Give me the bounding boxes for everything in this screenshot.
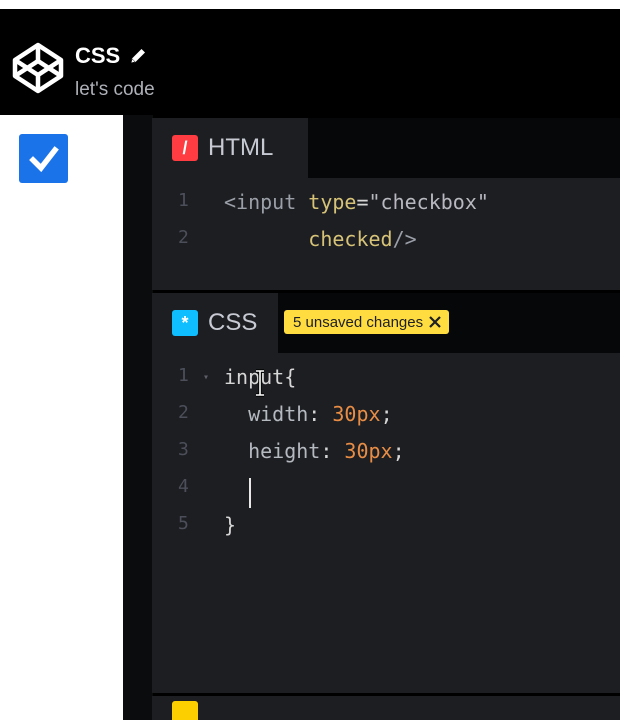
close-icon[interactable] <box>429 316 441 328</box>
preview-checkbox[interactable] <box>19 134 68 183</box>
code-line[interactable]: 2 checked/> <box>152 227 620 263</box>
pen-header: CSS let's code <box>0 9 620 115</box>
code-token: "checkbox" <box>368 190 489 214</box>
tab-css[interactable]: * CSS <box>152 293 278 353</box>
code-line[interactable]: 2 width: 30px; <box>152 402 620 438</box>
line-number: 2 <box>178 227 189 248</box>
top-strip <box>0 0 620 9</box>
pen-title-row: CSS <box>75 43 148 69</box>
code-text: width: 30px; <box>224 402 393 426</box>
tab-css-label: CSS <box>208 309 258 336</box>
pen-author[interactable]: let's code <box>75 79 155 101</box>
code-line[interactable]: 1▾input{ <box>152 365 620 401</box>
code-line[interactable]: 1 <input type="checkbox" <box>152 190 620 226</box>
code-token: type <box>308 190 357 214</box>
pen-title[interactable]: CSS <box>75 43 120 69</box>
js-editor-pane <box>152 696 620 720</box>
resize-gutter[interactable] <box>123 115 153 720</box>
code-token: 30px <box>344 439 393 463</box>
text-cursor <box>249 478 251 508</box>
code-token: : <box>320 439 345 463</box>
line-number: 2 <box>178 402 189 423</box>
mouse-ibeam-icon <box>256 369 264 397</box>
code-text: <input type="checkbox" <box>224 190 489 214</box>
code-token: } <box>224 513 237 537</box>
line-number: 1 <box>178 365 189 386</box>
html-icon: / <box>172 135 198 161</box>
tab-js[interactable] <box>152 696 260 720</box>
fold-arrow-icon[interactable]: ▾ <box>203 372 209 383</box>
preview-pane <box>0 115 123 720</box>
tab-html[interactable]: / HTML <box>152 118 308 178</box>
code-token: ; <box>392 439 405 463</box>
code-line[interactable]: 3 height: 30px; <box>152 439 620 475</box>
code-token: <input <box>224 190 309 214</box>
pencil-icon[interactable] <box>128 46 148 66</box>
code-text: height: 30px; <box>224 439 405 463</box>
css-tabbar: * CSS 5 unsaved changes <box>152 293 620 353</box>
code-text: checked/> <box>224 227 417 251</box>
checkmark-icon <box>28 145 59 172</box>
line-number: 4 <box>178 476 189 497</box>
unsaved-changes-text: 5 unsaved changes <box>293 313 424 331</box>
css-icon: * <box>172 310 198 336</box>
line-number: 5 <box>178 513 189 534</box>
code-token: = <box>356 190 369 214</box>
code-token: checked <box>224 227 393 251</box>
code-text: } <box>224 513 236 537</box>
html-tabbar: / HTML <box>152 118 620 178</box>
code-token: 30px <box>332 402 381 426</box>
line-number: 1 <box>178 190 189 211</box>
codepen-logo-icon[interactable] <box>12 42 64 94</box>
code-token: width <box>224 402 309 426</box>
js-icon <box>172 701 198 720</box>
unsaved-changes-badge[interactable]: 5 unsaved changes <box>284 310 450 334</box>
code-line[interactable]: 5} <box>152 513 620 549</box>
code-token: height <box>224 439 321 463</box>
code-line[interactable]: 4 <box>152 476 620 512</box>
code-token: /> <box>392 227 417 251</box>
tab-html-label: HTML <box>208 134 274 161</box>
css-editor-pane: * CSS 5 unsaved changes 1▾input{2 width:… <box>152 293 620 693</box>
line-number: 3 <box>178 439 189 460</box>
html-editor-pane: / HTML 1 <input type="checkbox" 2 checked/… <box>152 118 620 290</box>
code-token: : <box>308 402 333 426</box>
code-token: ; <box>380 402 393 426</box>
